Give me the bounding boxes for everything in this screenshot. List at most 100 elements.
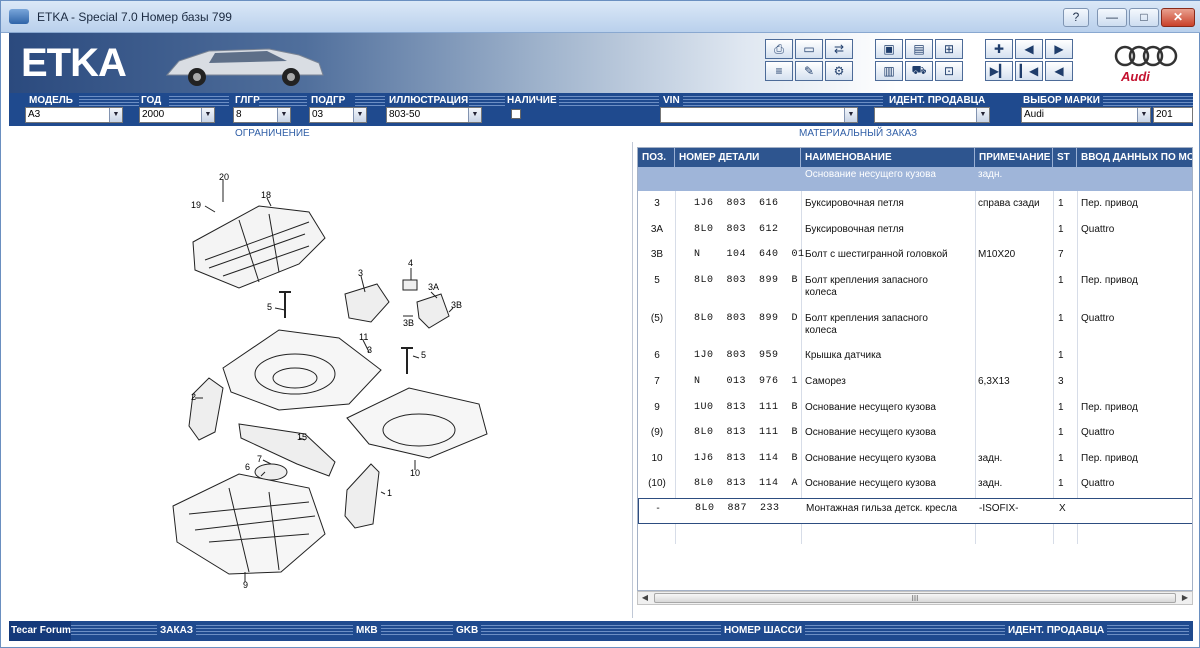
callout-label[interactable]: 3: [367, 345, 372, 355]
callout-label[interactable]: 10: [410, 468, 420, 478]
callout-label[interactable]: 7: [257, 454, 262, 464]
callout-label[interactable]: 2: [191, 392, 196, 402]
col-model-data[interactable]: ВВОД ДАННЫХ ПО МО: [1077, 148, 1192, 167]
parts-icon[interactable]: ⚙: [825, 61, 853, 81]
elsa-icon[interactable]: ▣: [875, 39, 903, 59]
callout-label[interactable]: 9: [243, 580, 248, 590]
monitor-icon[interactable]: ▭: [795, 39, 823, 59]
skip-icon[interactable]: ▶▎: [985, 61, 1013, 81]
table-row[interactable]: (9) 8L0 813 111 B Основание несущего кузов…: [638, 423, 1192, 449]
dispatch-icon[interactable]: ▤: [905, 39, 933, 59]
scroll-right-icon[interactable]: ▶: [1178, 592, 1192, 604]
table-row[interactable]: 3A 8L0 803 612 Буксировочная петля 1 Quattro: [638, 220, 1192, 246]
brand-label: ВЫБОР МАРКИ: [1023, 95, 1100, 106]
callout-label[interactable]: 5: [267, 302, 272, 312]
print-icon[interactable]: ⎙: [765, 39, 793, 59]
back-icon[interactable]: ◀: [1045, 61, 1073, 81]
basket-icon[interactable]: ⊡: [935, 61, 963, 81]
table-row[interactable]: 3 1J6 803 616 Буксировочная петля справа сз…: [638, 194, 1192, 220]
col-qty[interactable]: ST: [1053, 148, 1077, 167]
book-icon[interactable]: ▥: [875, 61, 903, 81]
cell-qty: 1: [1058, 313, 1064, 324]
scroll-left-icon[interactable]: ◀: [638, 592, 652, 604]
mkb-button[interactable]: МКВ: [353, 625, 381, 636]
vin-input[interactable]: ▼: [660, 107, 858, 123]
app-icon[interactable]: [9, 9, 29, 24]
callout-label[interactable]: 4: [408, 258, 413, 268]
callout-label[interactable]: 5: [421, 350, 426, 360]
stock-checkbox[interactable]: [511, 109, 521, 119]
table-row[interactable]: 6 1J0 803 959 Крышка датчика 1: [638, 346, 1192, 372]
sub-group-select[interactable]: 03 ▼: [309, 107, 367, 123]
col-note[interactable]: ПРИМЕЧАНИЕ: [975, 148, 1053, 167]
table-row[interactable]: 9 1U0 813 111 B Основание несущего кузова 1…: [638, 398, 1192, 424]
horizontal-scrollbar[interactable]: ◀ III ▶: [637, 591, 1193, 605]
maximize-button[interactable]: □: [1129, 8, 1159, 27]
dealer-id-select[interactable]: ▼: [874, 107, 990, 123]
cell-note: справа сзади: [978, 198, 1040, 209]
chevron-down-icon[interactable]: ▼: [277, 108, 290, 122]
sub-group-label: ПОДГР: [311, 95, 346, 106]
close-button[interactable]: ✕: [1161, 8, 1195, 27]
cell-name-line: Монтажная гильза детск. кресла: [806, 503, 958, 514]
list-icon[interactable]: ≡: [765, 61, 793, 81]
col-name[interactable]: НАИМЕНОВАНИЕ: [801, 148, 975, 167]
chevron-down-icon[interactable]: ▼: [1137, 108, 1150, 122]
callout-label[interactable]: 19: [191, 200, 201, 210]
table-row[interactable]: 3B N 104 640 01 Болт с шестигранной головк…: [638, 245, 1192, 271]
page-prev-icon[interactable]: ◀: [1015, 39, 1043, 59]
chevron-down-icon[interactable]: ▼: [976, 108, 989, 122]
callout-label[interactable]: 11: [359, 332, 368, 342]
callout-label[interactable]: 20: [219, 172, 229, 182]
callout-label[interactable]: 18: [261, 190, 271, 200]
first-icon[interactable]: ▎◀: [1015, 61, 1043, 81]
transfer-icon[interactable]: ⇄: [825, 39, 853, 59]
table-row[interactable]: - 8L0 887 233 Монтажная гильза детск. крес…: [638, 498, 1192, 524]
pin-icon[interactable]: ✚: [985, 39, 1013, 59]
cell-name-line: колеса: [805, 287, 837, 298]
col-pos[interactable]: ПОЗ.: [638, 148, 675, 167]
main-group-select[interactable]: 8 ▼: [233, 107, 291, 123]
callout-label[interactable]: 3B: [403, 318, 414, 328]
audi-wordmark: Audi: [1121, 69, 1150, 84]
tecar-forum-link[interactable]: Tecar Forum: [9, 621, 71, 641]
callout-label[interactable]: 15: [297, 432, 307, 442]
callout-label[interactable]: 3: [358, 268, 363, 278]
scroll-thumb[interactable]: III: [654, 593, 1176, 603]
callout-label[interactable]: 1: [387, 488, 392, 498]
table-row[interactable]: (5) 8L0 803 899 D Болт крепления запасного…: [638, 309, 1192, 347]
table-row[interactable]: 10 1J6 813 114 B Основание несущего кузова…: [638, 449, 1192, 475]
cell-name: Болт крепления запасного колеса: [805, 313, 973, 337]
chevron-down-icon[interactable]: ▼: [201, 108, 214, 122]
table-row[interactable]: 7 N 013 976 1 Саморез 6,3X13 3: [638, 372, 1192, 398]
brand-select[interactable]: Audi ▼: [1021, 107, 1151, 123]
parts-illustration[interactable]: 20 18 19 3 4 3A 3B 3B 5 11 3 5 2 15 7 6 …: [9, 142, 633, 618]
table-row[interactable]: 5 8L0 803 899 B Болт крепления запасного ко…: [638, 271, 1192, 309]
chevron-down-icon[interactable]: ▼: [353, 108, 366, 122]
gkb-button[interactable]: GKB: [453, 625, 482, 636]
order-button[interactable]: ЗАКАЗ: [157, 625, 197, 636]
callout-label[interactable]: 3A: [428, 282, 439, 292]
truck-icon[interactable]: ⛟: [905, 61, 933, 81]
extra-field[interactable]: 201: [1153, 107, 1193, 123]
chevron-down-icon[interactable]: ▼: [468, 108, 481, 122]
dealer-id-button[interactable]: ИДЕНТ. ПРОДАВЦА: [1005, 625, 1108, 636]
callout-label[interactable]: 6: [245, 462, 250, 472]
illustration-select[interactable]: 803-50 ▼: [386, 107, 482, 123]
cart-icon[interactable]: ⊞: [935, 39, 963, 59]
cell-part: 1J6 803 616: [694, 198, 779, 209]
help-button[interactable]: ?: [1063, 8, 1089, 27]
audi-logo[interactable]: Audi: [1111, 43, 1183, 87]
col-part-number[interactable]: НОМЕР ДЕТАЛИ: [675, 148, 801, 167]
chevron-down-icon[interactable]: ▼: [109, 108, 122, 122]
edit-icon[interactable]: ✎: [795, 61, 823, 81]
cell-info: Quattro: [1081, 313, 1115, 324]
callout-label[interactable]: 3B: [451, 300, 462, 310]
model-select[interactable]: A3 ▼: [25, 107, 123, 123]
minimize-button[interactable]: —: [1097, 8, 1127, 27]
table-row[interactable]: (10) 8L0 813 114 A Основание несущего кузо…: [638, 474, 1192, 498]
year-select[interactable]: 2000 ▼: [139, 107, 215, 123]
page-next-icon[interactable]: ▶: [1045, 39, 1073, 59]
chevron-down-icon[interactable]: ▼: [844, 108, 857, 122]
chassis-number-button[interactable]: НОМЕР ШАССИ: [721, 625, 806, 636]
